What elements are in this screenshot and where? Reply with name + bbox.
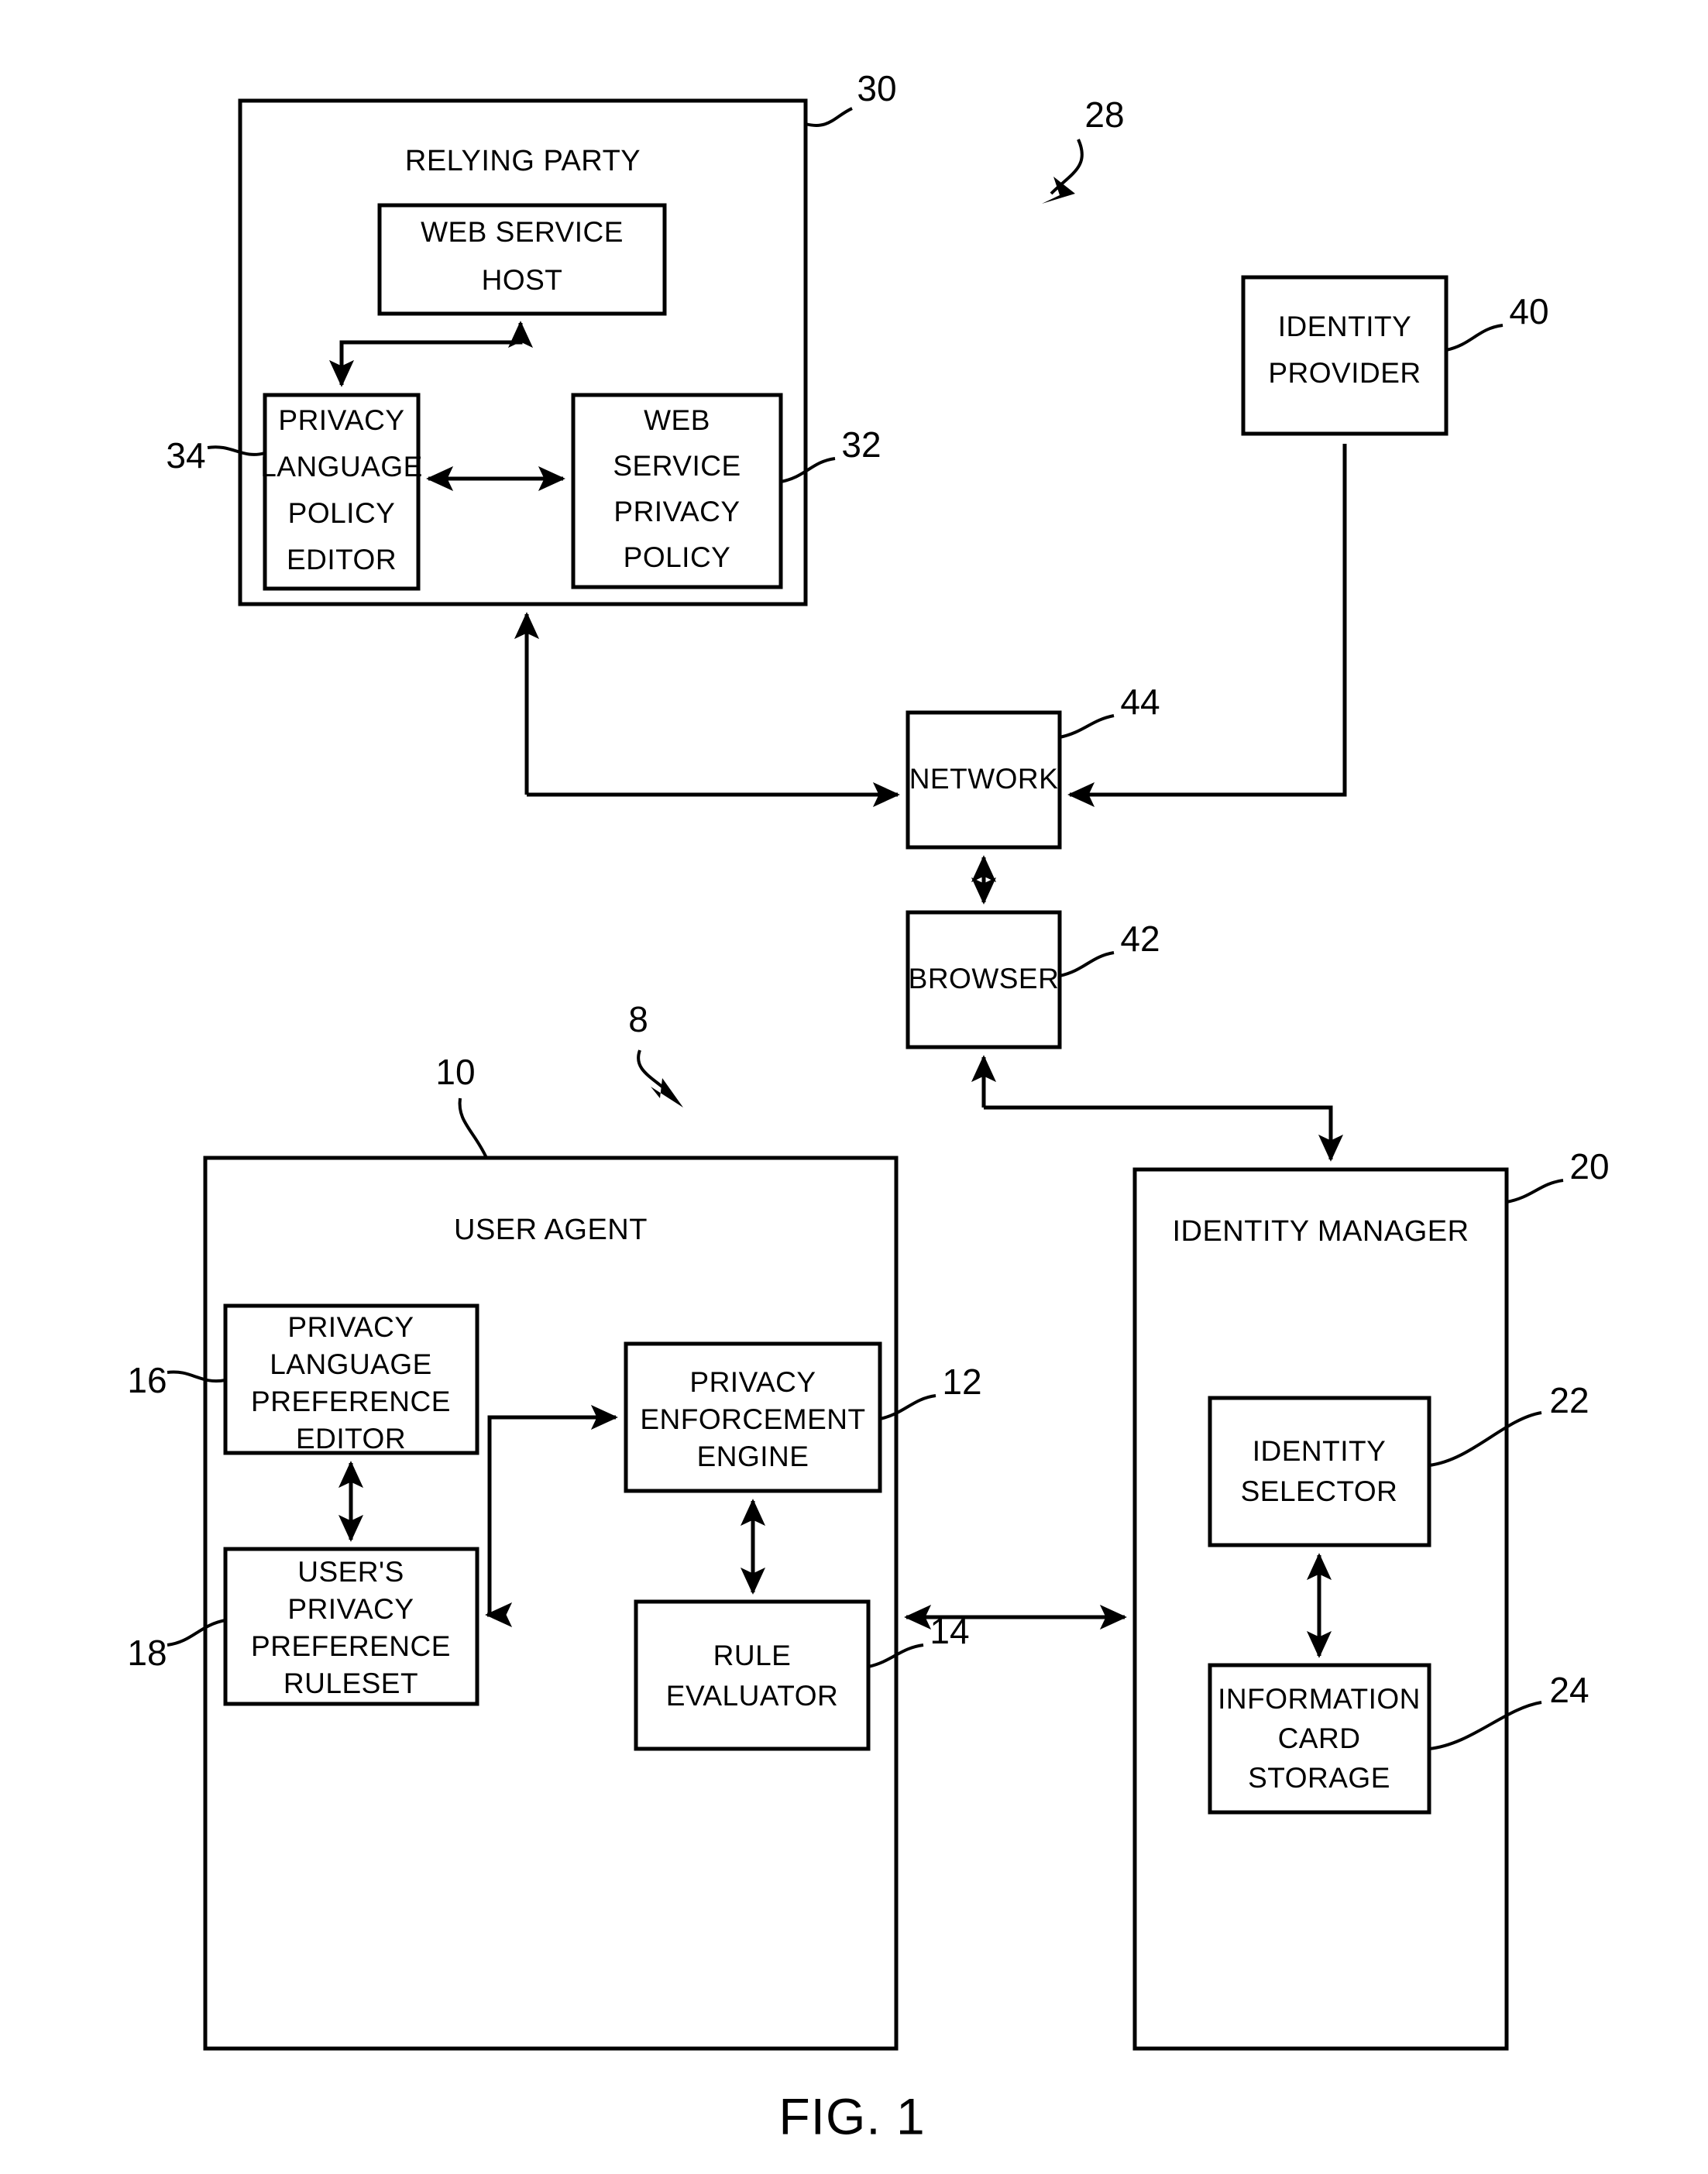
figure-1-block-diagram: RELYING PARTY 30 WEB SERVICE HOST PRIVAC… (127, 68, 1609, 2145)
privacy-language-preference-editor-line4: EDITOR (296, 1423, 406, 1454)
ref-number-18: 18 (127, 1633, 167, 1673)
rule-evaluator-line2: EVALUATOR (666, 1680, 838, 1712)
figure-caption: FIG. 1 (778, 2087, 925, 2145)
ref-number-16: 16 (127, 1360, 167, 1400)
identity-selector-box (1208, 1396, 1431, 1547)
ref-number-24: 24 (1549, 1670, 1589, 1710)
ref-number-34: 34 (166, 435, 205, 476)
identity-provider-label-line1: IDENTITY (1278, 311, 1412, 342)
leader-line-20 (1506, 1179, 1564, 1204)
privacy-language-preference-editor-line1: PRIVACY (287, 1311, 414, 1343)
identity-selector-line1: IDENTITY (1253, 1435, 1387, 1467)
ref-number-22: 22 (1549, 1380, 1589, 1420)
users-privacy-preference-ruleset-line1: USER'S (297, 1556, 404, 1588)
rule-evaluator-box (634, 1599, 871, 1751)
privacy-language-policy-editor-line1: PRIVACY (278, 404, 404, 436)
ref-number-12: 12 (942, 1362, 981, 1402)
identity-provider-box (1241, 275, 1449, 436)
leader-line-40 (1445, 324, 1504, 352)
information-card-storage-line1: INFORMATION (1218, 1683, 1421, 1715)
browser-label: BROWSER (909, 963, 1060, 994)
web-service-host-label-line2: HOST (482, 264, 563, 296)
identity-manager-label: IDENTITY MANAGER (1172, 1215, 1469, 1248)
ref-number-28: 28 (1084, 94, 1124, 135)
connector-browser-to-identity-manager (984, 1105, 1344, 1162)
relying-party-label: RELYING PARTY (405, 145, 641, 177)
users-privacy-preference-ruleset-line3: PREFERENCE (251, 1630, 451, 1662)
web-service-privacy-policy-line4: POLICY (624, 541, 731, 573)
privacy-language-preference-editor-line2: LANGUAGE (270, 1348, 432, 1380)
web-service-host-label-line1: WEB SERVICE (421, 216, 624, 248)
web-service-privacy-policy-line1: WEB (644, 404, 710, 436)
information-card-storage-line3: STORAGE (1248, 1762, 1390, 1794)
privacy-language-policy-editor-line2: LANGUAGE (260, 451, 423, 483)
patent-figure: RELYING PARTY 30 WEB SERVICE HOST PRIVAC… (0, 0, 1708, 2174)
ref-28-arrowhead (1042, 177, 1075, 204)
ref-number-30: 30 (857, 68, 896, 108)
privacy-enforcement-engine-line2: ENFORCEMENT (640, 1403, 865, 1435)
web-service-privacy-policy-line3: PRIVACY (613, 496, 740, 527)
privacy-language-policy-editor-line4: EDITOR (287, 544, 397, 575)
ref-number-20: 20 (1569, 1146, 1609, 1187)
ref-number-32: 32 (841, 424, 881, 465)
identity-selector-line2: SELECTOR (1241, 1475, 1398, 1507)
ref-number-8: 8 (628, 999, 648, 1039)
leader-line-8 (637, 1049, 665, 1089)
ref-number-10: 10 (435, 1052, 475, 1092)
leader-line-10 (458, 1097, 488, 1159)
leader-line-44 (1059, 714, 1115, 739)
network-label: NETWORK (909, 763, 1059, 795)
leader-line-42 (1059, 951, 1115, 977)
ref-number-40: 40 (1509, 291, 1548, 331)
identity-provider-label-line2: PROVIDER (1268, 357, 1421, 389)
users-privacy-preference-ruleset-line4: RULESET (284, 1667, 418, 1699)
leader-line-30 (805, 107, 853, 127)
information-card-storage-line2: CARD (1278, 1722, 1361, 1754)
privacy-enforcement-engine-line1: PRIVACY (689, 1366, 816, 1398)
users-privacy-preference-ruleset-line2: PRIVACY (287, 1593, 414, 1625)
user-agent-label: USER AGENT (454, 1214, 648, 1246)
ref-number-44: 44 (1120, 682, 1160, 722)
ref-number-42: 42 (1120, 919, 1160, 959)
privacy-language-policy-editor-line3: POLICY (288, 497, 396, 529)
privacy-enforcement-engine-line3: ENGINE (697, 1441, 809, 1472)
privacy-language-preference-editor-line3: PREFERENCE (251, 1386, 451, 1417)
web-service-privacy-policy-line2: SERVICE (613, 450, 741, 482)
connector-identity-provider-to-network (1067, 444, 1347, 808)
leader-line-28 (1050, 139, 1084, 195)
rule-evaluator-line1: RULE (713, 1640, 792, 1671)
